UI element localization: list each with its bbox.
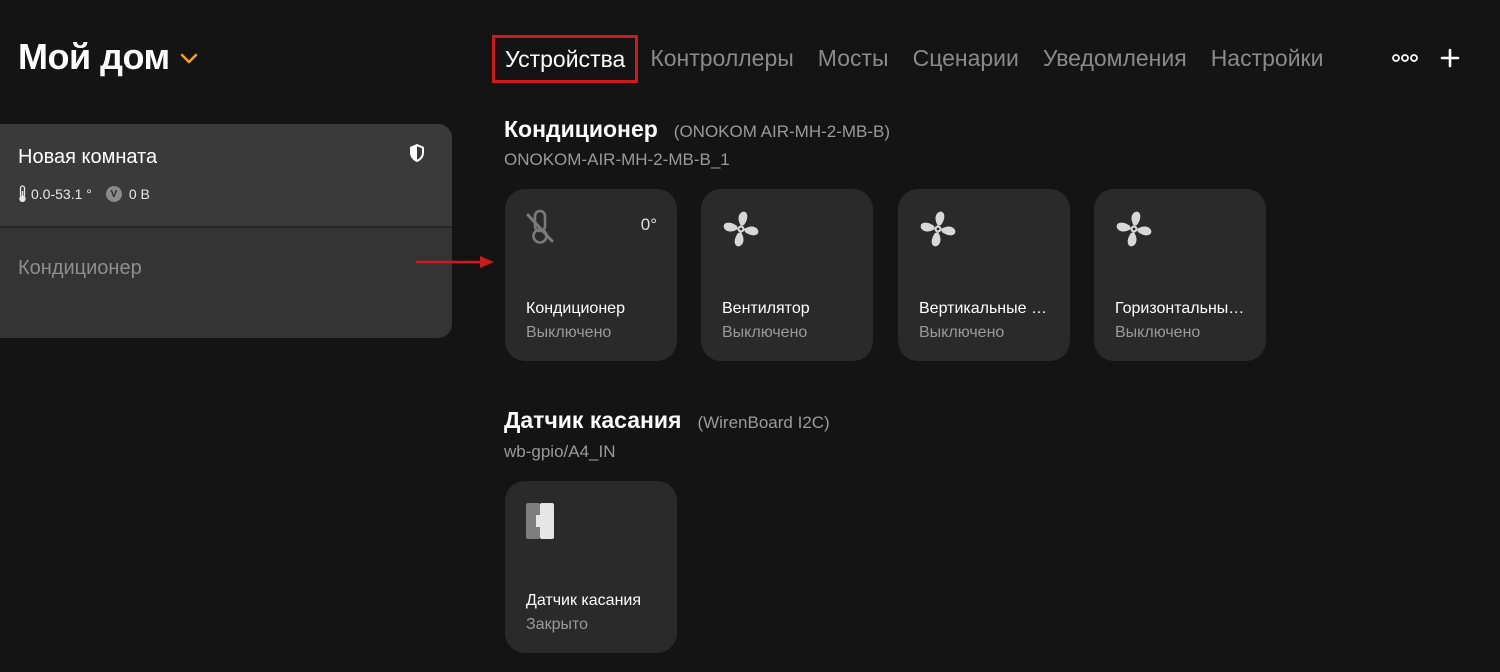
device-tile-horizontal-vanes[interactable]: Горизонтальны… Выключено bbox=[1094, 189, 1266, 361]
tile-name: Вертикальные … bbox=[919, 300, 1047, 317]
shield-icon[interactable] bbox=[408, 143, 426, 163]
tab-bridges[interactable]: Мосты bbox=[806, 35, 901, 83]
room-stats: 0.0-53.1 ° V 0 В bbox=[17, 185, 164, 203]
device-tile-conditioner[interactable]: 0° Кондиционер Выключено bbox=[505, 189, 677, 361]
tab-devices[interactable]: Устройства bbox=[492, 35, 639, 83]
tab-settings[interactable]: Настройки bbox=[1199, 35, 1336, 83]
fan-icon bbox=[723, 211, 759, 247]
tile-name: Кондиционер bbox=[526, 300, 625, 317]
tab-controllers[interactable]: Контроллеры bbox=[638, 35, 805, 83]
add-button[interactable] bbox=[1440, 48, 1460, 68]
group-model: (WirenBoard I2C) bbox=[697, 413, 830, 432]
tile-name: Горизонтальны… bbox=[1115, 300, 1245, 317]
chevron-down-icon bbox=[180, 53, 197, 64]
group-title: Кондиционер (ONOKOM AIR-MH-2-MB-B) bbox=[504, 116, 890, 143]
voltage-stat: V 0 В bbox=[105, 186, 150, 202]
tile-status: Выключено bbox=[1115, 324, 1201, 341]
tile-status: Выключено bbox=[526, 324, 612, 341]
thermometer-off-icon bbox=[526, 209, 554, 244]
room-card: Новая комната 0.0-53.1 ° V 0 В Кондицион… bbox=[0, 124, 452, 338]
temperature-value: 0.0-53.1 ° bbox=[31, 186, 92, 202]
tile-status: Закрыто bbox=[526, 616, 589, 633]
home-selector[interactable]: Мой дом bbox=[18, 36, 198, 78]
fan-icon bbox=[1116, 211, 1152, 247]
group-device-id: ONOKOM-AIR-MH-2-MB-B_1 bbox=[504, 150, 730, 169]
thermometer-icon bbox=[19, 185, 26, 202]
tab-notifications[interactable]: Уведомления bbox=[1031, 35, 1199, 83]
device-tile-touch-sensor[interactable]: Датчик касания Закрыто bbox=[505, 481, 677, 653]
main-nav: Устройства Контроллеры Мосты Сценарии Ув… bbox=[492, 35, 1335, 83]
sidebar-item-conditioner[interactable]: Кондиционер bbox=[18, 257, 142, 280]
arrow-right-icon bbox=[416, 256, 494, 268]
group-title: Датчик касания (WirenBoard I2C) bbox=[504, 407, 830, 434]
room-name: Новая комната bbox=[18, 146, 158, 168]
more-button[interactable] bbox=[1392, 53, 1418, 63]
group-model: (ONOKOM AIR-MH-2-MB-B) bbox=[673, 122, 891, 141]
room-header[interactable]: Новая комната 0.0-53.1 ° V 0 В bbox=[0, 124, 452, 228]
tile-value: 0° bbox=[640, 215, 657, 234]
group-name: Датчик касания bbox=[504, 407, 682, 433]
fan-icon bbox=[920, 211, 956, 247]
contact-sensor-icon bbox=[526, 503, 554, 539]
tile-status: Выключено bbox=[919, 324, 1005, 341]
home-title: Мой дом bbox=[18, 36, 170, 77]
tile-name: Датчик касания bbox=[526, 592, 642, 609]
tile-name: Вентилятор bbox=[722, 300, 810, 317]
temperature-stat: 0.0-53.1 ° bbox=[17, 185, 92, 203]
group-device-id: wb-gpio/A4_IN bbox=[504, 442, 616, 461]
header-actions bbox=[1392, 44, 1460, 72]
plus-icon bbox=[1440, 48, 1460, 68]
dots-icon bbox=[1392, 54, 1418, 62]
device-tile-fan[interactable]: Вентилятор Выключено bbox=[701, 189, 873, 361]
tab-scenarios[interactable]: Сценарии bbox=[901, 35, 1031, 83]
voltage-badge: V bbox=[105, 186, 122, 202]
group-name: Кондиционер bbox=[504, 116, 658, 142]
device-tile-vertical-vanes[interactable]: Вертикальные … Выключено bbox=[898, 189, 1070, 361]
voltage-value: 0 В bbox=[128, 186, 150, 202]
tile-status: Выключено bbox=[722, 324, 808, 341]
